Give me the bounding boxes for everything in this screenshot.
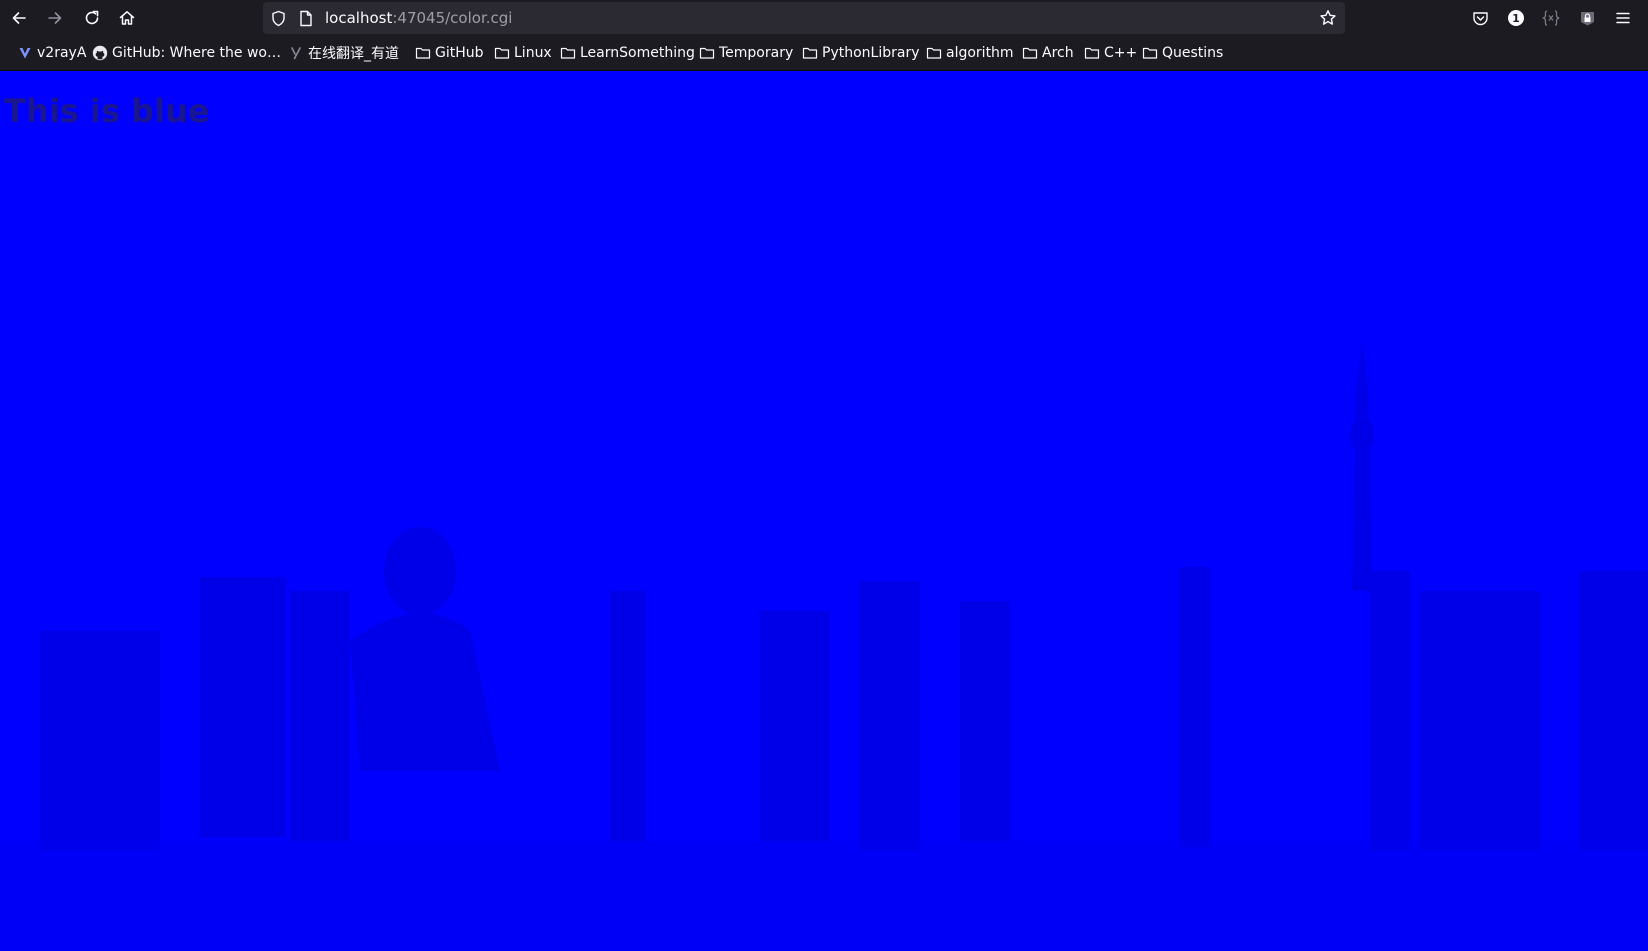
bookmark-label: C++ [1104,45,1138,61]
page-heading: This is blue [4,92,210,130]
folder-icon [1084,45,1100,61]
url-text[interactable]: localhost:47045/color.cgi [325,10,512,26]
bookmark-folder-cpp[interactable]: C++ [1084,36,1137,70]
bookmark-label: algorithm [946,45,1014,61]
home-icon [119,11,135,25]
bookmark-label: LearnSomething [580,45,695,61]
folder-icon [699,45,715,61]
extension-lock-icon [1580,11,1594,25]
bookmark-youdao[interactable]: 在线翻译_有道 [288,36,399,70]
json-viewer-icon [1542,10,1560,26]
bookmark-folder-github[interactable]: GitHub [415,36,484,70]
bookmark-folder-temporary[interactable]: Temporary [699,36,793,70]
url-path: :47045/color.cgi [392,9,513,27]
bookmark-github-site[interactable]: GitHub: Where the wo… [92,36,281,70]
bookmark-label: Linux [514,45,552,61]
home-button[interactable] [114,5,140,31]
json-viewer-button[interactable] [1539,6,1563,30]
extension-button[interactable] [1575,6,1599,30]
github-icon [92,45,108,61]
bookmark-label: GitHub: Where the wo… [112,45,281,61]
folder-icon [1022,45,1038,61]
arrow-left-icon [12,12,26,24]
page-info-icon[interactable] [297,9,315,27]
star-icon [1320,10,1336,25]
folder-icon [560,45,576,61]
folder-icon [926,45,942,61]
bookmark-folder-arch[interactable]: Arch [1022,36,1074,70]
url-bar[interactable]: localhost:47045/color.cgi [263,2,1345,34]
reload-icon [85,10,99,25]
folder-icon [802,45,818,61]
bookmark-v2raya[interactable]: v2rayA [17,36,86,70]
bookmark-star-button[interactable] [1319,9,1337,27]
youdao-icon [288,45,304,61]
pocket-icon [1472,11,1488,25]
app-menu-button[interactable] [1611,6,1635,30]
pocket-button[interactable] [1468,6,1492,30]
forward-button[interactable] [42,5,68,31]
bookmark-folder-linux[interactable]: Linux [494,36,552,70]
bookmark-folder-algorithm[interactable]: algorithm [926,36,1014,70]
password-manager-badge: 1 [1512,12,1520,25]
url-host: localhost [325,9,393,27]
bookmark-folder-pythonlibrary[interactable]: PythonLibrary [802,36,919,70]
browser-window: localhost:47045/color.cgi 1 v2rayA GitHu… [0,0,1648,951]
faint-background-skyline-image [0,341,1648,951]
bookmark-label: v2rayA [37,45,87,61]
bookmark-label: GitHub [435,45,484,61]
bookmark-label: Arch [1042,45,1074,61]
bookmark-label: Questins [1162,45,1224,61]
bookmarks-toolbar: v2rayA GitHub: Where the wo… 在线翻译_有道 Git… [0,36,1648,71]
folder-icon [1142,45,1158,61]
folder-icon [494,45,510,61]
bookmark-folder-questins[interactable]: Questins [1142,36,1223,70]
folder-icon [415,45,431,61]
navigation-toolbar: localhost:47045/color.cgi 1 [0,0,1648,36]
v2raya-icon [17,45,33,61]
reload-button[interactable] [79,5,105,31]
menu-icon [1616,12,1630,24]
bookmark-label: Temporary [719,45,794,61]
password-manager-icon: 1 [1508,10,1524,26]
back-button[interactable] [6,5,32,31]
password-manager-button[interactable]: 1 [1504,6,1528,30]
tracking-protection-shield-icon[interactable] [269,9,287,27]
bookmark-folder-learnsomething[interactable]: LearnSomething [560,36,695,70]
page-content: This is blue [0,71,1648,951]
bookmark-label: PythonLibrary [822,45,920,61]
arrow-right-icon [48,12,62,24]
bookmark-label: 在线翻译_有道 [308,46,399,62]
